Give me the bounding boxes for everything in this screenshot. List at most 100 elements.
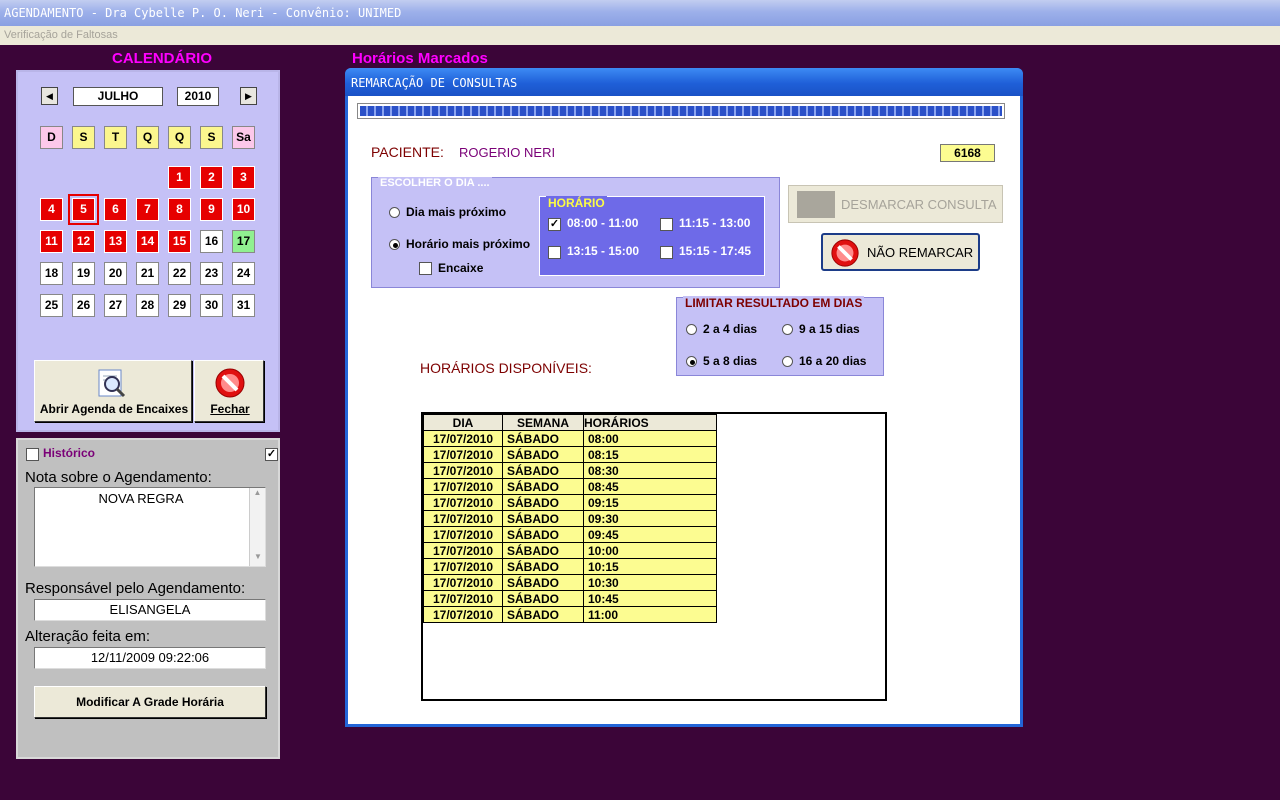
forbidden-icon	[215, 368, 245, 398]
calendar-day[interactable]: 18	[40, 262, 63, 285]
nao-remarcar-button[interactable]: NÃO REMARCAR	[821, 233, 980, 271]
calendar-day[interactable]: 16	[200, 230, 223, 253]
calendar-day[interactable]: 19	[72, 262, 95, 285]
table-row[interactable]: 17/07/2010 SÁBADO 09:45	[423, 526, 717, 543]
paciente-id-field[interactable]: 6168	[940, 144, 995, 162]
column-header[interactable]: DIA	[423, 414, 503, 431]
dialog-title: REMARCAÇÃO DE CONSULTAS	[351, 76, 518, 90]
calendar-day[interactable]: 5	[68, 194, 99, 225]
table-row[interactable]: 17/07/2010 SÁBADO 08:45	[423, 478, 717, 495]
nota-scrollbar[interactable]: ▲ ▼	[249, 488, 265, 566]
alteracao-field[interactable]: 12/11/2009 09:22:06	[34, 647, 266, 669]
scroll-up-icon[interactable]: ▲	[250, 488, 265, 502]
table-cell: 08:30	[583, 462, 717, 479]
month-field[interactable]: JULHO	[73, 87, 163, 106]
modify-grade-button[interactable]: Modificar A Grade Horária	[34, 686, 266, 718]
table-row[interactable]: 17/07/2010 SÁBADO 10:15	[423, 558, 717, 575]
column-header[interactable]: SEMANA	[502, 414, 584, 431]
table-cell: 17/07/2010	[423, 462, 503, 479]
table-body: 17/07/2010 SÁBADO 08:00 17/07/2010 SÁBADO 08:…	[423, 430, 717, 623]
table-cell: SÁBADO	[502, 510, 584, 527]
table-cell: SÁBADO	[502, 574, 584, 591]
weekday-header: S	[72, 126, 95, 149]
lim-9-15-radio[interactable]	[782, 324, 793, 335]
calendar-day[interactable]: 7	[136, 198, 159, 221]
lim-5-8-radio[interactable]	[686, 356, 697, 367]
table-cell: 11:00	[583, 606, 717, 623]
historico-checkbox[interactable]	[26, 448, 39, 461]
encaixe-checkbox[interactable]	[419, 262, 432, 275]
table-row[interactable]: 17/07/2010 SÁBADO 09:15	[423, 494, 717, 511]
slot1-checkbox[interactable]: ✓	[548, 218, 561, 231]
open-encaixes-button[interactable]: Abrir Agenda de Encaixes	[34, 360, 192, 422]
slot3-label: 13:15 - 15:00	[567, 244, 640, 258]
right-checkbox[interactable]: ✓	[265, 448, 278, 461]
table-row[interactable]: 17/07/2010 SÁBADO 10:00	[423, 542, 717, 559]
calendar-day[interactable]: 4	[40, 198, 63, 221]
calendar-day[interactable]: 29	[168, 294, 191, 317]
desmarcar-button[interactable]: DESMARCAR CONSULTA	[788, 185, 1003, 223]
calendar-day[interactable]: 13	[104, 230, 127, 253]
table-cell: 17/07/2010	[423, 494, 503, 511]
progress-bar	[357, 103, 1005, 119]
calendar-day[interactable]: 11	[40, 230, 63, 253]
dia-proximo-radio[interactable]	[389, 207, 400, 218]
calendar-day[interactable]: 15	[168, 230, 191, 253]
calendar-day[interactable]: 28	[136, 294, 159, 317]
table-row[interactable]: 17/07/2010 SÁBADO 08:00	[423, 430, 717, 447]
slot4-checkbox[interactable]	[660, 246, 673, 259]
calendar-day[interactable]: 25	[40, 294, 63, 317]
calendar-day[interactable]: 31	[232, 294, 255, 317]
calendar-day[interactable]: 3	[232, 166, 255, 189]
calendar-day[interactable]: 6	[104, 198, 127, 221]
calendar-day[interactable]: 20	[104, 262, 127, 285]
calendar-day[interactable]: 2	[200, 166, 223, 189]
responsavel-field[interactable]: ELISANGELA	[34, 599, 266, 621]
calendar-day[interactable]: 22	[168, 262, 191, 285]
lim-16-20-radio[interactable]	[782, 356, 793, 367]
table-row[interactable]: 17/07/2010 SÁBADO 08:15	[423, 446, 717, 463]
nota-textarea[interactable]: NOVA REGRA ▲ ▼	[34, 487, 266, 567]
calendar-day[interactable]: 10	[232, 198, 255, 221]
table-cell: 09:45	[583, 526, 717, 543]
calendar-day[interactable]: 23	[200, 262, 223, 285]
horario-proximo-radio[interactable]	[389, 239, 400, 250]
weekday-header: D	[40, 126, 63, 149]
calendar-day[interactable]: 24	[232, 262, 255, 285]
calendar-day[interactable]: 26	[72, 294, 95, 317]
prev-month-button[interactable]: ◀	[41, 87, 58, 105]
horarios-marcados-heading: Horários Marcados	[352, 50, 488, 67]
calendar-day[interactable]: 9	[200, 198, 223, 221]
table-cell: 10:00	[583, 542, 717, 559]
calendar-day[interactable]: 1	[168, 166, 191, 189]
slot2-checkbox[interactable]	[660, 218, 673, 231]
table-cell: SÁBADO	[502, 494, 584, 511]
calendar-day[interactable]: 12	[72, 230, 95, 253]
menu-item-verificacao-faltosas[interactable]: Verificação de Faltosas	[4, 29, 118, 41]
slot3-checkbox[interactable]	[548, 246, 561, 259]
calendar-day[interactable]: 30	[200, 294, 223, 317]
slot1-label: 08:00 - 11:00	[567, 216, 639, 230]
table-cell: 09:15	[583, 494, 717, 511]
year-field[interactable]: 2010	[177, 87, 219, 106]
menu-bar: Verificação de Faltosas	[0, 26, 1280, 45]
calendar-day[interactable]: 27	[104, 294, 127, 317]
calendar-day[interactable]: 21	[136, 262, 159, 285]
table-row[interactable]: 17/07/2010 SÁBADO 10:30	[423, 574, 717, 591]
calendar-day[interactable]: 8	[168, 198, 191, 221]
table-row[interactable]: 17/07/2010 SÁBADO 10:45	[423, 590, 717, 607]
lim-2-4-radio[interactable]	[686, 324, 697, 335]
table-row[interactable]: 17/07/2010 SÁBADO 11:00	[423, 606, 717, 623]
table-row[interactable]: 17/07/2010 SÁBADO 09:30	[423, 510, 717, 527]
close-button[interactable]: Fechar	[194, 360, 264, 422]
table-row[interactable]: 17/07/2010 SÁBADO 08:30	[423, 462, 717, 479]
table-cell: 08:00	[583, 430, 717, 447]
table-cell: SÁBADO	[502, 446, 584, 463]
scroll-down-icon[interactable]: ▼	[250, 552, 266, 566]
desmarcar-label: DESMARCAR CONSULTA	[841, 197, 997, 212]
nota-text: NOVA REGRA	[98, 491, 184, 506]
column-header[interactable]: HORÁRIOS	[583, 414, 717, 431]
calendar-day[interactable]: 17	[232, 230, 255, 253]
next-month-button[interactable]: ▶	[240, 87, 257, 105]
calendar-day[interactable]: 14	[136, 230, 159, 253]
